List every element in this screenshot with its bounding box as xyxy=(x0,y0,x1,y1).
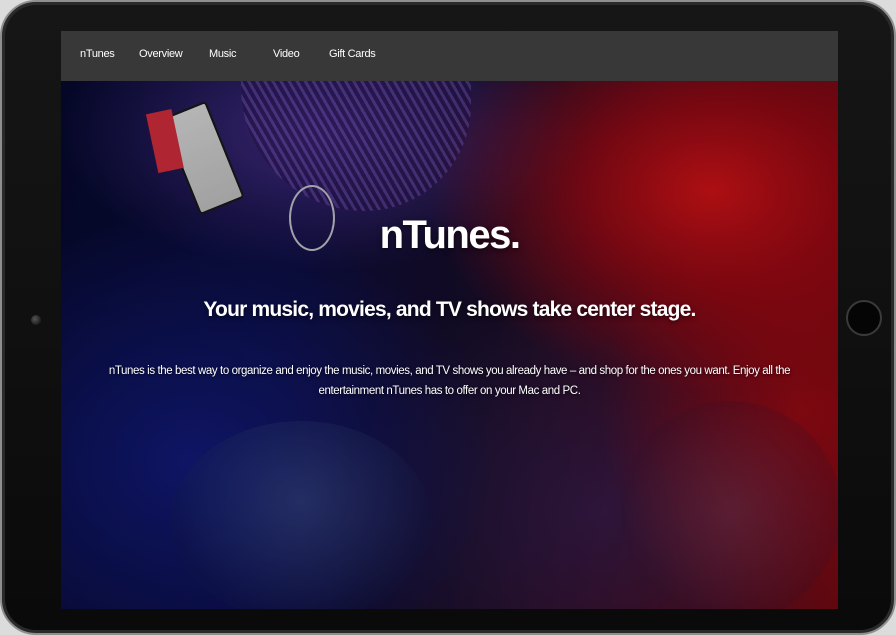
tablet-frame: nTunes Overview Music Video Gift Cards n… xyxy=(0,0,896,635)
nav-item-overview[interactable]: Overview xyxy=(139,31,183,81)
nav-item-video[interactable]: Video xyxy=(273,31,300,81)
screen: nTunes Overview Music Video Gift Cards n… xyxy=(61,31,838,609)
hero-overlay xyxy=(61,81,838,609)
hero-description: nTunes is the best way to organize and e… xyxy=(108,365,791,397)
hero-title: nTunes. xyxy=(379,213,521,257)
hero-section: nTunes. Your music, movies, and TV shows… xyxy=(61,81,838,609)
nav-item-ntunes[interactable]: nTunes xyxy=(80,31,115,81)
nav-item-gift-cards[interactable]: Gift Cards xyxy=(329,31,376,81)
home-button[interactable] xyxy=(846,300,882,336)
nav-item-music[interactable]: Music xyxy=(209,31,237,81)
camera-icon xyxy=(31,315,41,325)
top-navbar: nTunes Overview Music Video Gift Cards xyxy=(61,31,838,81)
hero-subtitle: Your music, movies, and TV shows take ce… xyxy=(203,298,696,321)
